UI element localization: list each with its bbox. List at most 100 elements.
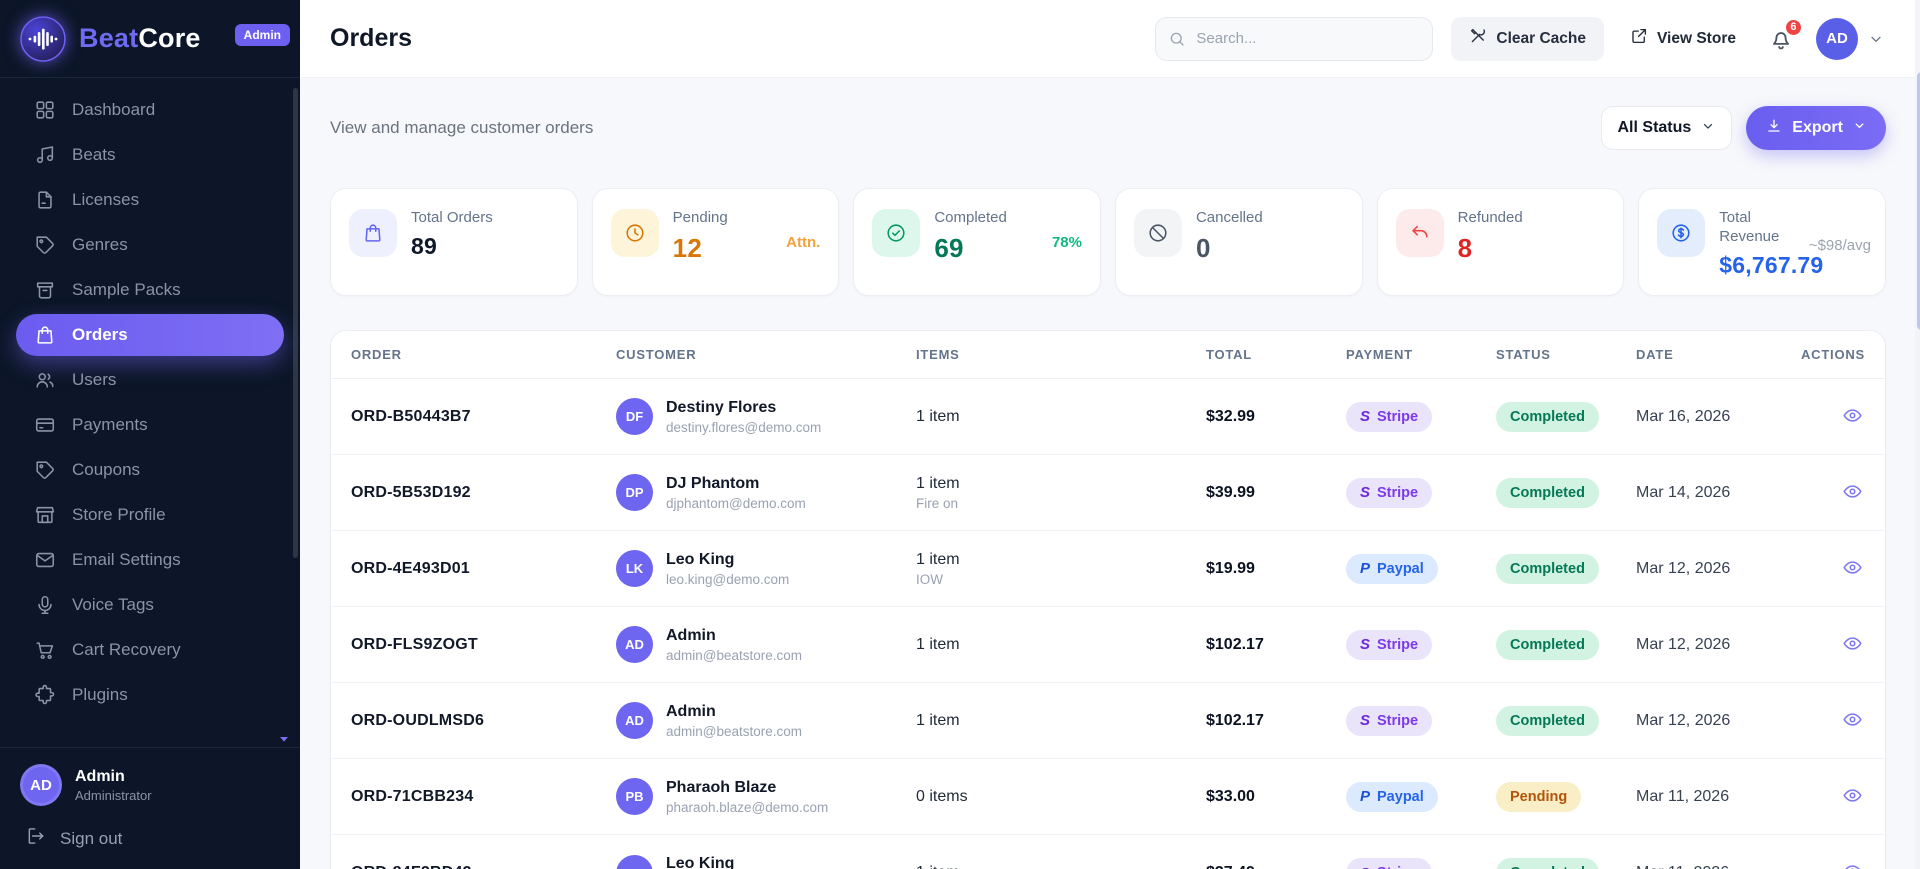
- sign-out-button[interactable]: Sign out: [18, 816, 282, 861]
- main-area: Orders Clear Cache: [300, 0, 1920, 869]
- sidebar-item-licenses[interactable]: Licenses: [16, 179, 284, 221]
- payment-cell: SStripe: [1346, 629, 1496, 660]
- payment-logo-icon: S: [1360, 408, 1371, 425]
- cart-icon: [34, 639, 56, 661]
- order-date: Mar 16, 2026: [1636, 407, 1731, 425]
- status-badge: Completed: [1496, 858, 1599, 869]
- actions-cell: [1801, 555, 1865, 583]
- column-header-total: TOTAL: [1206, 347, 1253, 362]
- view-order-button[interactable]: [1840, 859, 1865, 869]
- actions-cell: [1801, 479, 1865, 507]
- chevron-down-icon[interactable]: [1868, 31, 1884, 47]
- view-order-button[interactable]: [1840, 479, 1865, 507]
- view-order-button[interactable]: [1840, 403, 1865, 431]
- content: View and manage customer orders All Stat…: [300, 78, 1920, 869]
- payment-logo-icon: S: [1360, 712, 1371, 729]
- clear-cache-button[interactable]: Clear Cache: [1451, 16, 1604, 61]
- sidebar-item-genres[interactable]: Genres: [16, 224, 284, 266]
- stat-label: Total Orders: [411, 209, 493, 226]
- status-badge: Pending: [1496, 781, 1582, 812]
- avatar: LK: [616, 550, 653, 587]
- order-id: ORD-84F2BD42: [351, 864, 616, 869]
- payment-cell: SStripe: [1346, 401, 1496, 432]
- column-header-date: DATE: [1636, 347, 1674, 362]
- stat-label: Cancelled: [1195, 209, 1263, 226]
- customer-name: Pharaoh Blaze: [666, 778, 777, 796]
- view-order-button[interactable]: [1840, 631, 1865, 659]
- notifications-button[interactable]: 6: [1768, 17, 1803, 52]
- sidebar-item-email-settings[interactable]: Email Settings: [16, 539, 284, 581]
- sidebar-item-label: Coupons: [72, 460, 141, 479]
- sidebar-item-sample-packs[interactable]: Sample Packs: [16, 269, 284, 311]
- orders-table: ORDER CUSTOMER ITEMS TOTAL PAYMENT STATUS DATE…: [330, 330, 1886, 869]
- customer-email: admin@beatstore.com: [666, 647, 803, 663]
- sidebar-item-plugins[interactable]: Plugins: [16, 674, 284, 716]
- sidebar-item-beats[interactable]: Beats: [16, 134, 284, 176]
- table-body: ORD-B50443B7 DF Destiny Flores destiny.flor…: [331, 379, 1885, 869]
- items-cell: 1 item: [916, 864, 1206, 869]
- customer-cell: LKLeo Kingleo.king@demo.com: [616, 854, 916, 869]
- avatar: AD: [20, 764, 62, 806]
- actions-cell: [1801, 707, 1865, 735]
- stat-card-pending: Pending 12 Attn.: [591, 188, 840, 296]
- page-subtitle: View and manage customer orders: [330, 118, 594, 137]
- sidebar-item-cart-recovery[interactable]: Cart Recovery: [16, 629, 284, 671]
- order-date: Mar 11, 2026: [1636, 787, 1730, 805]
- chevron-down-icon: [1701, 119, 1715, 138]
- order-total: $102.17: [1206, 711, 1264, 729]
- sidebar-item-users[interactable]: Users: [16, 359, 284, 401]
- profile-name: Admin: [75, 767, 125, 785]
- notification-count-badge: 6: [1783, 17, 1803, 37]
- stat-value: 12: [672, 232, 702, 263]
- sidebar-item-voice-tags[interactable]: Voice Tags: [16, 584, 284, 626]
- sidebar-item-dashboard[interactable]: Dashboard: [16, 89, 284, 131]
- payment-cell: SStripe: [1346, 858, 1496, 869]
- items-detail: IOW: [916, 571, 943, 587]
- avatar[interactable]: AD: [1815, 17, 1858, 60]
- page-scrollbar[interactable]: [1914, 0, 1920, 869]
- order-total: $33.00: [1206, 787, 1255, 805]
- view-order-button[interactable]: [1840, 555, 1865, 583]
- status-filter-dropdown[interactable]: All Status: [1600, 106, 1733, 150]
- download-icon: [1766, 118, 1782, 139]
- customer-cell: AD Admin admin@beatstore.com: [616, 626, 916, 663]
- sidebar-item-orders[interactable]: Orders: [16, 314, 284, 356]
- view-order-button[interactable]: [1840, 707, 1865, 735]
- brand: BeatCore Admin: [0, 0, 300, 78]
- view-order-button[interactable]: [1840, 783, 1865, 811]
- items-cell: 1 item Fire on: [916, 475, 1206, 511]
- sidebar-item-store-profile[interactable]: Store Profile: [16, 494, 284, 536]
- avatar: AD: [616, 702, 653, 739]
- customer-cell: PB Pharaoh Blaze pharaoh.blaze@demo.com: [616, 778, 916, 815]
- box-icon: [34, 279, 56, 301]
- sidebar-item-coupons[interactable]: Coupons: [16, 449, 284, 491]
- stat-card-total-revenue: Total Revenue $6,767.79 ~$98/avg: [1638, 188, 1886, 296]
- sidebar-scrollbar[interactable]: [293, 88, 298, 558]
- toolbar: View and manage customer orders All Stat…: [330, 104, 1886, 152]
- customer-cell: LKLeo Kingleo.king@demo.com: [616, 550, 916, 587]
- stat-card-cancelled: Cancelled 0: [1114, 188, 1363, 296]
- users-icon: [34, 369, 56, 391]
- view-store-button[interactable]: View Store: [1630, 27, 1736, 50]
- music-note-icon: [34, 144, 56, 166]
- grid-icon: [34, 99, 56, 121]
- tag-icon: [34, 459, 56, 481]
- order-total: $37.49: [1206, 864, 1346, 869]
- stat-label: Refunded: [1457, 209, 1523, 226]
- user-profile[interactable]: AD Admin Administrator: [18, 760, 282, 816]
- export-button[interactable]: Export: [1746, 106, 1886, 150]
- sidebar-item-label: Plugins: [72, 685, 128, 704]
- sidebar-item-payments[interactable]: Payments: [16, 404, 284, 446]
- payment-badge: P Paypal: [1346, 781, 1438, 812]
- status-cell: Completed: [1496, 858, 1636, 869]
- slash-circle-icon: [1133, 209, 1182, 257]
- stat-value: 89: [411, 232, 437, 259]
- order-date: Mar 12, 2026: [1636, 635, 1731, 653]
- sign-out-icon: [26, 826, 46, 851]
- table-row: ORD-84F2BD42LKLeo Kingleo.king@demo.com1…: [331, 835, 1885, 869]
- customer-email: djphantom@demo.com: [666, 495, 806, 511]
- search-input[interactable]: [1155, 16, 1434, 61]
- customer-email: pharaoh.blaze@demo.com: [666, 799, 829, 815]
- status-badge: Completed: [1496, 629, 1599, 660]
- sidebar-item-label: Dashboard: [72, 100, 156, 119]
